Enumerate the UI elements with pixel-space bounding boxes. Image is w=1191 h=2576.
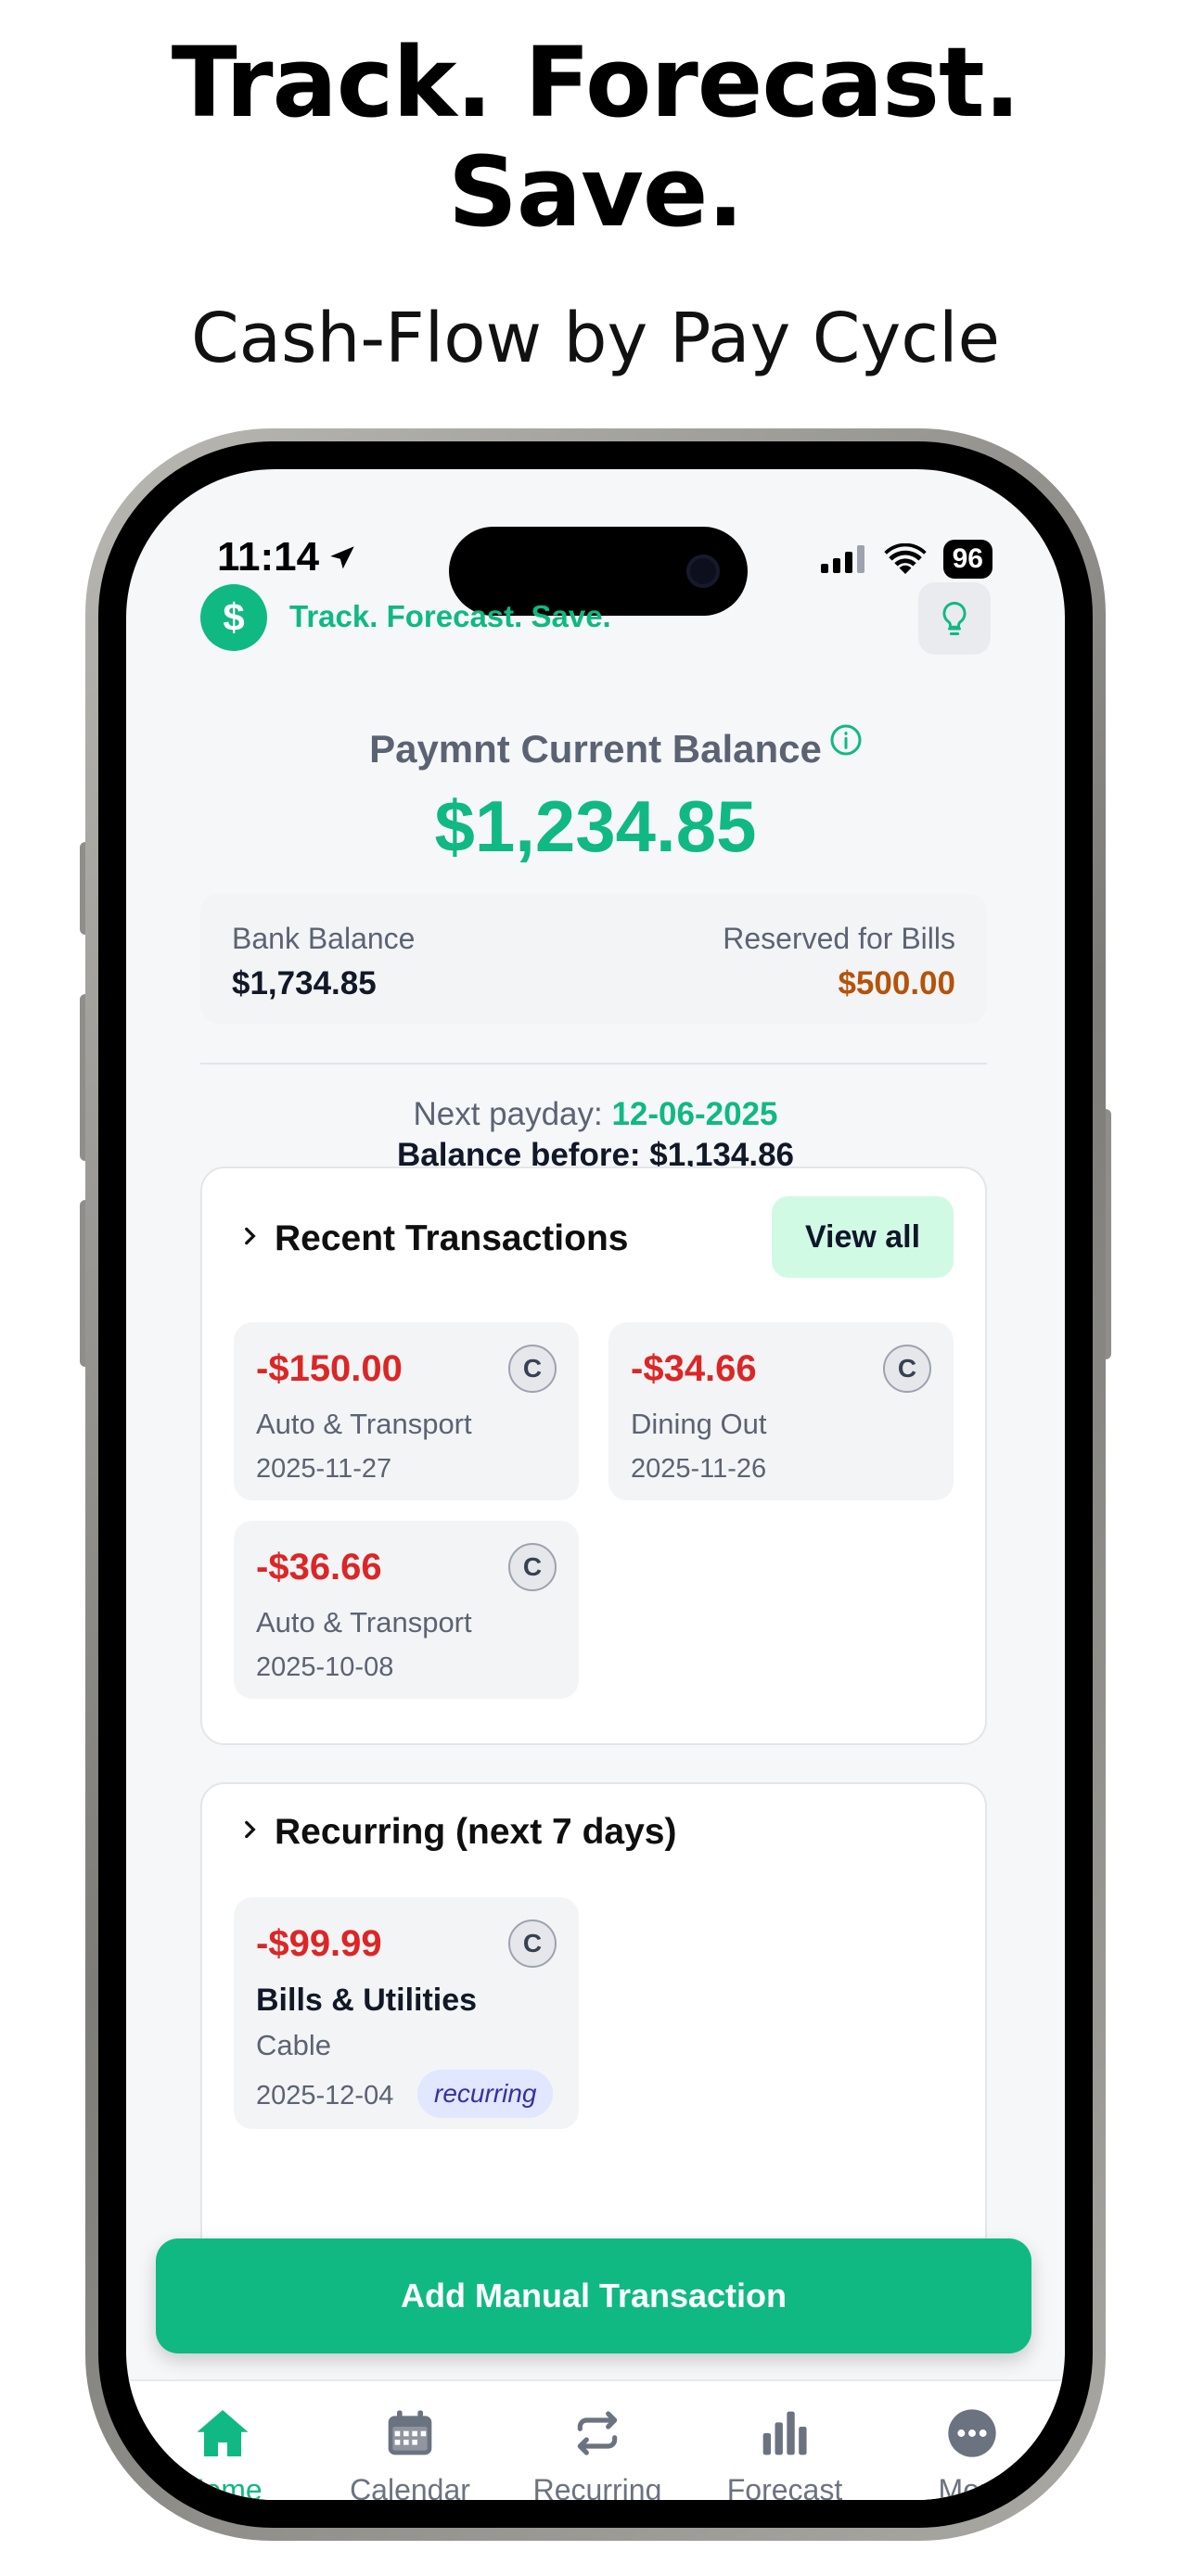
home-icon — [197, 2410, 249, 2456]
app-title: Track. Forecast. Save. — [289, 599, 611, 633]
phone-frame: 11:14 96 $ Track. Forecast. Save. Paymnt… — [85, 428, 1106, 2541]
tab-label: Recurring — [532, 2473, 662, 2500]
lightbulb-icon — [942, 602, 967, 635]
recurring-title[interactable]: Recurring (next 7 days) — [275, 1812, 676, 1853]
transaction-amount: -$36.66 — [256, 1547, 382, 1588]
tips-button[interactable] — [918, 582, 991, 655]
tab-label: Forecast — [726, 2473, 843, 2500]
promo-headline-line2: Save. — [448, 135, 744, 249]
cleared-badge: C — [508, 1543, 557, 1591]
bank-balance-value: $1,734.85 — [232, 965, 377, 1001]
current-balance-label: Paymnt Current Balance — [369, 727, 822, 771]
cleared-badge: C — [508, 1919, 557, 1968]
add-manual-transaction-button[interactable]: Add Manual Transaction — [156, 2238, 1031, 2353]
transaction-amount: -$150.00 — [256, 1348, 403, 1389]
recurring-amount: -$99.99 — [256, 1923, 382, 1964]
recurring-item-card[interactable]: -$99.99 C Bills & Utilities Cable 2025-1… — [234, 1897, 579, 2129]
cleared-badge: C — [508, 1345, 557, 1393]
info-icon[interactable] — [827, 721, 864, 759]
next-payday-date: 12-06-2025 — [611, 1096, 778, 1132]
tab-label: Calendar — [350, 2473, 470, 2500]
tab-label: More — [938, 2473, 1006, 2500]
transaction-category: Auto & Transport — [256, 1606, 472, 1639]
recurring-date: 2025-12-04 — [256, 2081, 394, 2111]
repeat-icon — [577, 2411, 618, 2455]
tab-forecast[interactable]: Forecast — [692, 2407, 877, 2500]
app-logo-icon: $ — [200, 584, 267, 651]
divider — [200, 1063, 987, 1065]
recurring-tag: recurring — [417, 2070, 554, 2118]
cleared-badge: C — [883, 1345, 931, 1393]
app-screen: 11:14 96 $ Track. Forecast. Save. Paymnt… — [126, 469, 1065, 2500]
time-text: 11:14 — [217, 534, 320, 580]
battery-indicator: 96 — [942, 540, 992, 579]
recent-transactions-title[interactable]: Recent Transactions — [275, 1218, 628, 1259]
transaction-card[interactable]: -$34.66 C Dining Out 2025-11-26 — [608, 1322, 954, 1500]
chevron-right-icon[interactable] — [237, 1817, 262, 1842]
transaction-card[interactable]: -$36.66 C Auto & Transport 2025-10-08 — [234, 1521, 579, 1699]
front-camera — [686, 555, 720, 588]
transaction-amount: -$34.66 — [631, 1348, 757, 1389]
reserved-label: Reserved for Bills — [723, 922, 955, 955]
recurring-category: Bills & Utilities — [256, 1983, 478, 2018]
bar-chart-icon — [762, 2411, 807, 2455]
recurring-card: Recurring (next 7 days) -$99.99 C Bills … — [200, 1782, 987, 2264]
more-icon — [948, 2409, 996, 2457]
tab-bar: Home Calendar Recurring Forecast More — [126, 2379, 1065, 2500]
balance-breakdown-card: Bank Balance $1,734.85 Reserved for Bill… — [200, 894, 987, 1024]
transaction-date: 2025-11-26 — [631, 1454, 767, 1484]
recurring-name: Cable — [256, 2029, 331, 2061]
cellular-signal-icon — [820, 545, 864, 573]
transaction-date: 2025-11-27 — [256, 1454, 392, 1484]
tab-more[interactable]: More — [879, 2407, 1065, 2500]
next-payday: Next payday: 12-06-2025 — [126, 1096, 1065, 1133]
tab-label: Home — [183, 2473, 263, 2500]
tab-calendar[interactable]: Calendar — [317, 2407, 503, 2500]
recent-transactions-card: Recent Transactions View all -$150.00 C … — [200, 1167, 987, 1745]
current-balance-amount: $1,234.85 — [434, 785, 757, 867]
location-arrow-icon — [330, 546, 354, 569]
view-all-button[interactable]: View all — [772, 1196, 954, 1278]
transaction-category: Dining Out — [631, 1408, 767, 1440]
transaction-card[interactable]: -$150.00 C Auto & Transport 2025-11-27 — [234, 1322, 579, 1500]
promo-headline-line1: Track. Forecast. — [171, 26, 1021, 139]
promo-headline: Track. Forecast. Save. — [0, 28, 1191, 247]
bank-balance-label: Bank Balance — [232, 922, 416, 955]
calendar-icon — [388, 2410, 432, 2455]
tab-home[interactable]: Home — [130, 2407, 315, 2500]
wifi-icon — [883, 543, 927, 575]
status-time: 11:14 — [217, 534, 358, 580]
reserved-value: $500.00 — [838, 965, 955, 1001]
chevron-right-icon[interactable] — [237, 1224, 262, 1248]
transaction-date: 2025-10-08 — [256, 1652, 394, 1682]
next-payday-label: Next payday: — [413, 1096, 612, 1132]
tab-recurring[interactable]: Recurring — [505, 2407, 690, 2500]
transaction-category: Auto & Transport — [256, 1408, 472, 1440]
promo-subheadline: Cash-Flow by Pay Cycle — [190, 299, 1001, 378]
